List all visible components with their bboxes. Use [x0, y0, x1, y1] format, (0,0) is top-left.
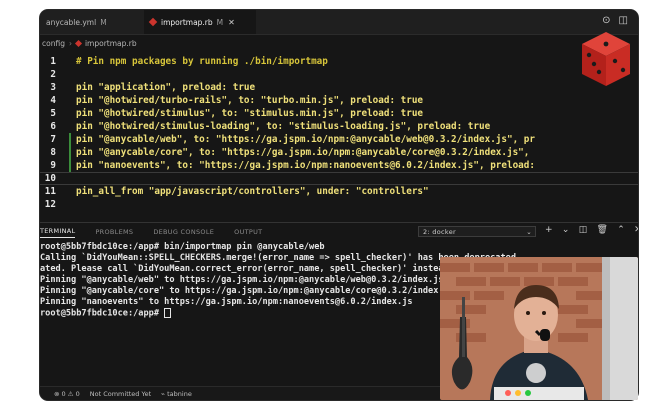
code-line[interactable]: 11 pin_all_from "app/javascript/controlle… — [40, 185, 638, 198]
code-line[interactable]: 7 pin "@anycable/web", to: "https://ga.js… — [40, 133, 638, 146]
tab-label: importmap.rb — [161, 17, 213, 27]
terminal-prompt[interactable]: root@5bb7fbdc10ce:/app# — [40, 308, 172, 319]
terminal-select[interactable]: 2: docker ⌄ — [418, 226, 536, 237]
tab-label: anycable.yml — [46, 17, 97, 27]
problems-status[interactable]: ⊗ 0 ⚠ 0 — [54, 390, 80, 398]
terminal-cursor — [164, 308, 172, 318]
split-terminal-icon[interactable]: ◫ — [579, 225, 588, 235]
dice-logo-icon — [582, 32, 630, 86]
webcam-overlay-image — [440, 257, 638, 400]
code-line[interactable]: 8 pin "@anycable/core", to: "https://ga.j… — [40, 146, 638, 159]
terminal-line: Pinning "nanoevents" to https://ga.jspm.… — [40, 297, 413, 307]
code-line-current[interactable]: 10 — [40, 172, 638, 185]
panel-actions: + ⌄ ◫ 🗑 ⌃ ✕ — [545, 225, 638, 235]
chevron-down-icon: ⌄ — [526, 228, 532, 236]
close-panel-icon[interactable]: ✕ — [634, 225, 638, 235]
modified-badge: M — [100, 17, 107, 27]
terminal-line: root@5bb7fbdc10ce:/app# bin/importmap pi… — [40, 242, 325, 252]
terminal-line: Pinning "@anycable/web" to https://ga.js… — [40, 275, 444, 285]
breadcrumb-folder[interactable]: config — [42, 39, 65, 48]
code-line[interactable]: 5 pin "@hotwired/stimulus", to: "stimulus… — [40, 107, 638, 120]
terminal-line: Pinning "@anycable/core" to https://ga.j… — [40, 286, 454, 296]
modified-badge: M — [216, 17, 224, 27]
chevron-down-icon[interactable]: ⌄ — [562, 225, 570, 235]
chevron-up-icon[interactable]: ⌃ — [617, 225, 625, 235]
code-line[interactable]: 12 — [40, 198, 638, 211]
tab-importmap-rb[interactable]: importmap.rb M ✕ — [144, 10, 256, 34]
git-added-marker — [69, 146, 71, 159]
trash-icon[interactable]: 🗑 — [597, 225, 609, 235]
ruby-file-icon — [148, 17, 158, 27]
ruby-file-icon — [74, 39, 82, 47]
tab-debug-console[interactable]: DEBUG CONSOLE — [153, 228, 214, 236]
tab-output[interactable]: OUTPUT — [234, 228, 262, 236]
git-blame-status[interactable]: Not Committed Yet — [90, 390, 151, 398]
chevron-right-icon: › — [68, 38, 72, 48]
code-line[interactable]: 2 — [40, 68, 638, 81]
code-line[interactable]: 1 # Pin npm packages by running ./bin/imp… — [40, 55, 638, 68]
add-terminal-icon[interactable]: + — [545, 225, 553, 235]
tab-terminal[interactable]: TERMINAL — [40, 227, 76, 238]
terminal-select-value: 2: docker — [423, 227, 456, 236]
panel-tabs: TERMINAL PROBLEMS DEBUG CONSOLE OUTPUT 2… — [40, 222, 638, 241]
close-icon[interactable]: ✕ — [228, 18, 235, 27]
tab-bar: anycable.yml M importmap.rb M ✕ ⊙ ◫ — [40, 10, 638, 35]
code-editor[interactable]: 1 # Pin npm packages by running ./bin/imp… — [40, 55, 638, 225]
git-added-marker — [69, 133, 71, 146]
code-line[interactable]: 9 pin "nanoevents", to: "https://ga.jspm.… — [40, 159, 638, 172]
split-editor-icon[interactable]: ◫ — [619, 15, 628, 26]
breadcrumb-file[interactable]: importmap.rb — [85, 39, 137, 48]
extension-status[interactable]: ⌁ tabnine — [161, 390, 192, 398]
tab-anycable-yml[interactable]: anycable.yml M — [40, 10, 144, 34]
tab-actions: ⊙ ◫ — [602, 15, 628, 26]
code-line[interactable]: 3 pin "application", preload: true — [40, 81, 638, 94]
git-added-marker — [69, 159, 71, 172]
prompt-text: root@5bb7fbdc10ce:/app# — [40, 308, 165, 319]
code-line[interactable]: 6 pin "@hotwired/stimulus-loading", to: "… — [40, 120, 638, 133]
breadcrumb: config › importmap.rb — [40, 35, 638, 51]
compare-icon[interactable]: ⊙ — [602, 15, 610, 26]
tab-problems[interactable]: PROBLEMS — [95, 228, 133, 236]
terminal-line: ated. Please call `DidYouMean.correct_er… — [40, 264, 454, 274]
code-line[interactable]: 4 pin "@hotwired/turbo-rails", to: "turbo… — [40, 94, 638, 107]
